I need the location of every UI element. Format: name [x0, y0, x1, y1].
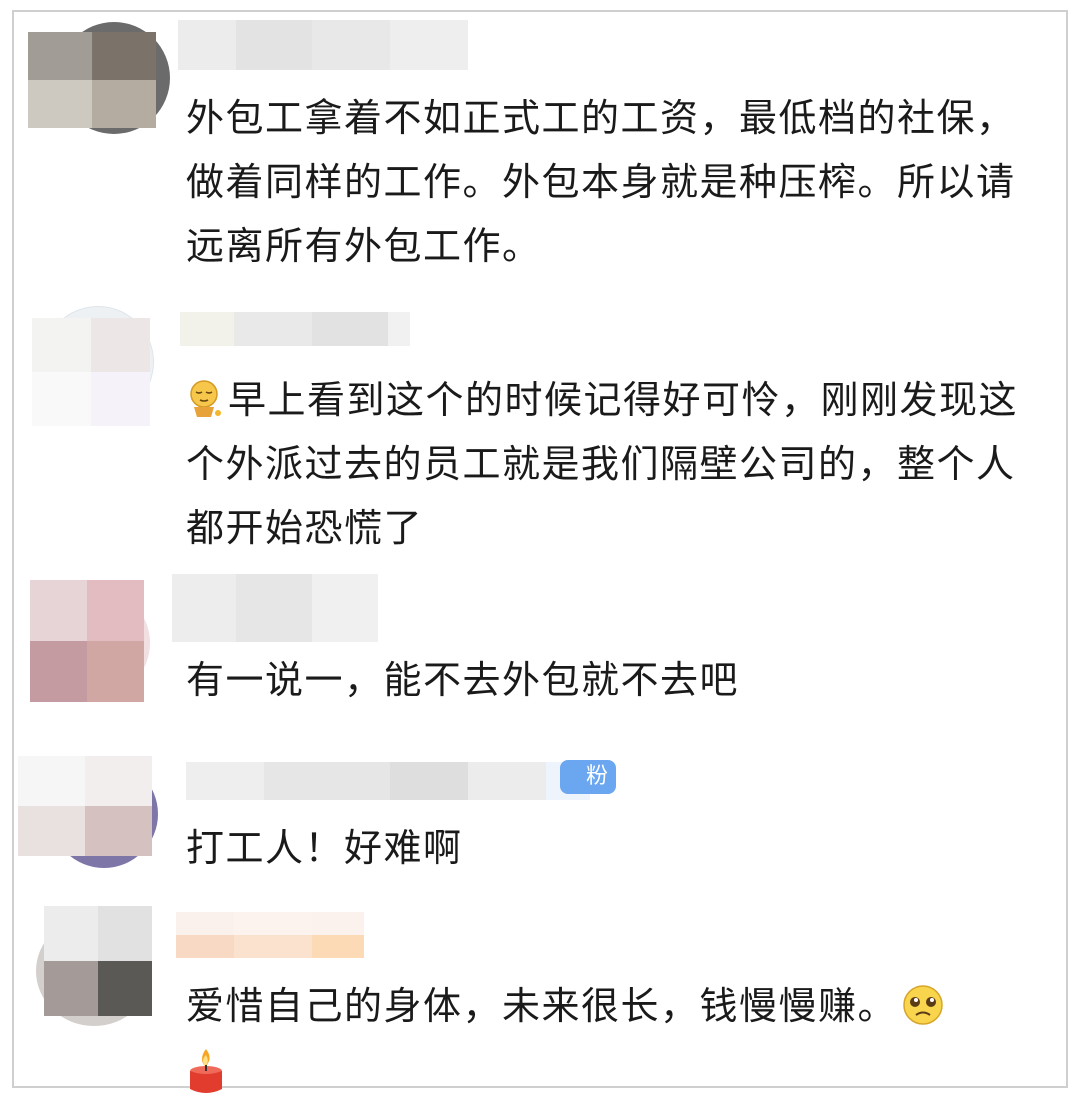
comment-text: 有一说一，能不去外包就不去吧	[186, 658, 740, 702]
fan-badge: 粉	[560, 760, 616, 794]
username-blurred[interactable]	[172, 574, 378, 642]
pleading-face-icon	[903, 985, 943, 1025]
avatar[interactable]	[32, 306, 154, 426]
avatar[interactable]	[30, 580, 152, 702]
username-blurred[interactable]	[178, 20, 468, 70]
comment-text: 打工人！好难啊	[186, 826, 463, 870]
username-blurred[interactable]	[180, 312, 410, 346]
candle-icon	[190, 1049, 222, 1093]
avatar[interactable]	[34, 906, 152, 1026]
avatar[interactable]	[18, 756, 158, 868]
username-blurred[interactable]	[186, 762, 590, 800]
sleepy-face-icon	[190, 380, 221, 417]
avatar[interactable]	[28, 22, 170, 134]
username-blurred[interactable]	[176, 912, 364, 958]
comment-text: 外包工拿着不如正式工的工资，最低档的社保，做着同样的工作。外包本身就是种压榨。所…	[186, 96, 1016, 268]
comment-text: 爱惜自己的身体，未来很长，钱慢慢赚。	[186, 974, 1048, 1102]
comment-text: 早上看到这个的时候记得好可怜，刚刚发现这个外派过去的员工就是我们隔壁公司的，整个…	[186, 378, 1019, 550]
